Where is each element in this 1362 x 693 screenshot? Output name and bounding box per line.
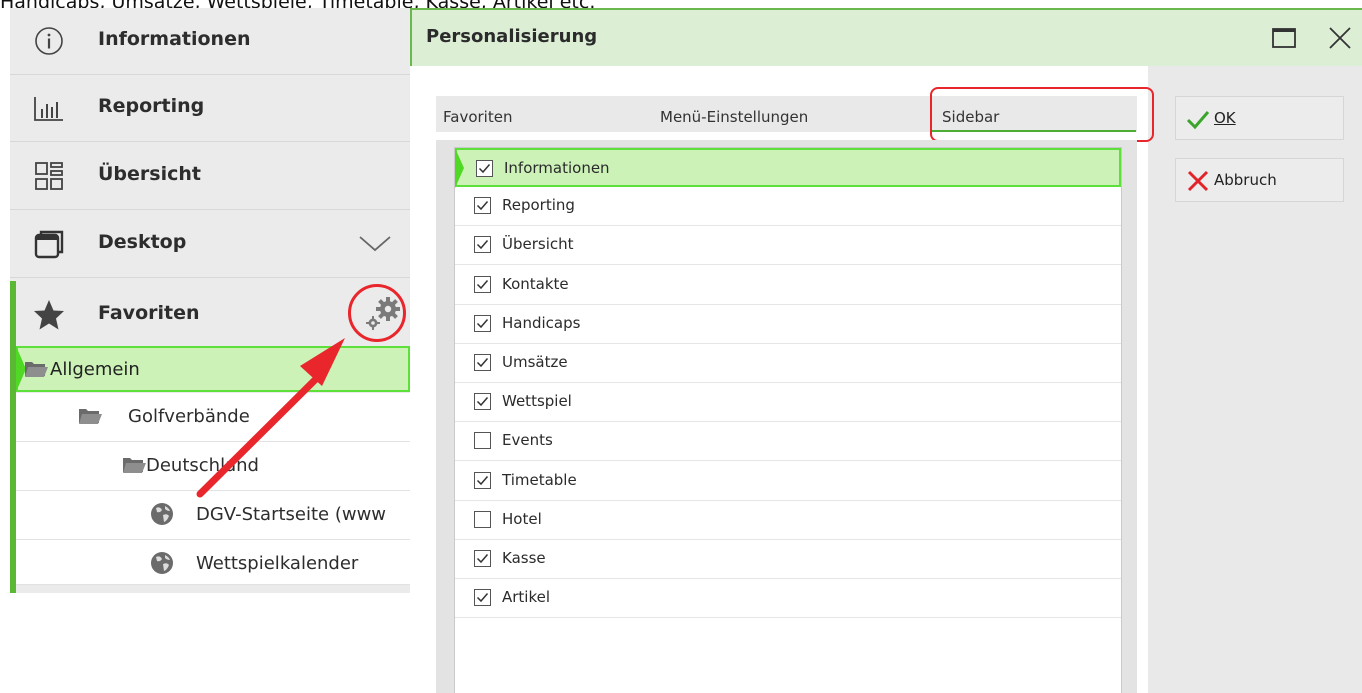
sidebar-item-label: Desktop bbox=[98, 231, 187, 253]
sidebar-item-label: Favoriten bbox=[98, 302, 200, 324]
bar-chart-icon bbox=[32, 91, 66, 125]
checkbox[interactable] bbox=[474, 550, 491, 567]
cancel-button[interactable]: Abbruch bbox=[1175, 158, 1344, 202]
checkbox[interactable] bbox=[474, 236, 491, 254]
tree-item-dgv-startseite[interactable]: DGV-Startseite (www bbox=[16, 491, 410, 540]
list-item[interactable]: Reporting bbox=[455, 187, 1121, 227]
checkbox[interactable] bbox=[474, 354, 491, 371]
maximize-icon[interactable] bbox=[1270, 24, 1298, 52]
tab-favoriten[interactable]: Favoriten bbox=[443, 108, 512, 126]
list-item-label: Kasse bbox=[502, 549, 546, 567]
checkbox[interactable] bbox=[474, 275, 491, 293]
list-item-label: Hotel bbox=[502, 509, 542, 528]
list-item[interactable]: Events bbox=[455, 422, 1121, 462]
list-item-label: Handicaps bbox=[502, 313, 581, 332]
close-icon[interactable] bbox=[1326, 24, 1354, 52]
list-item-label: Artikel bbox=[502, 588, 551, 607]
sidebar-item-label: Reporting bbox=[98, 95, 205, 117]
checkbox[interactable] bbox=[474, 393, 491, 411]
list-item[interactable]: Umsätze bbox=[455, 344, 1121, 383]
tree-item-label: Wettspielkalender bbox=[196, 553, 359, 574]
window-icon bbox=[32, 227, 66, 261]
list-item-label: Wettspiel bbox=[502, 392, 572, 411]
tree-item-label: Allgemein bbox=[50, 359, 140, 380]
list-item[interactable]: Informationen bbox=[455, 148, 1121, 188]
sidebar-item-uebersicht[interactable]: Übersicht bbox=[10, 143, 410, 210]
list-item[interactable]: Timetable bbox=[455, 462, 1121, 501]
cross-icon bbox=[1186, 169, 1210, 193]
checkbox[interactable] bbox=[474, 197, 491, 215]
checkbox[interactable] bbox=[476, 160, 493, 177]
folder-icon bbox=[122, 455, 146, 479]
list-item[interactable]: Wettspiel bbox=[455, 383, 1121, 423]
sidebar-item-label: Informationen bbox=[98, 28, 251, 50]
tree-item-deutschland[interactable]: Deutschland bbox=[16, 442, 410, 491]
tree-item-allgemein[interactable]: Allgemein bbox=[16, 346, 410, 392]
list-item-label: Timetable bbox=[502, 470, 577, 489]
tree-item-label: DGV-Startseite (www bbox=[196, 504, 387, 525]
folder-icon bbox=[24, 359, 48, 383]
list-item[interactable]: Hotel bbox=[455, 501, 1121, 540]
globe-icon bbox=[150, 551, 174, 579]
list-item-label: Kontakte bbox=[502, 274, 569, 293]
dialog-title: Personalisierung bbox=[426, 26, 598, 47]
checkbox[interactable] bbox=[474, 471, 491, 489]
sidebar-item-desktop[interactable]: Desktop bbox=[10, 211, 410, 278]
info-icon bbox=[32, 24, 66, 58]
tree-item-golfverbaende[interactable]: Golfverbände bbox=[16, 393, 410, 442]
list-item[interactable]: Kasse bbox=[455, 540, 1121, 579]
sidebar-item-label: Übersicht bbox=[98, 163, 201, 185]
checkbox[interactable] bbox=[474, 589, 491, 607]
ok-button[interactable]: OK bbox=[1175, 96, 1344, 140]
ok-button-label: OK bbox=[1214, 109, 1236, 127]
tree-item-label: Golfverbände bbox=[128, 406, 250, 427]
list-item-label: Events bbox=[502, 431, 553, 450]
tree-item-wettspielkalender[interactable]: Wettspielkalender bbox=[16, 540, 410, 585]
checkbox[interactable] bbox=[474, 510, 491, 528]
sidebar-item-reporting[interactable]: Reporting bbox=[10, 75, 410, 142]
tree-item-label: Deutschland bbox=[146, 455, 259, 476]
list-item[interactable]: Kontakte bbox=[455, 266, 1121, 305]
checkmark-icon bbox=[1186, 107, 1210, 131]
list-item-label: Übersicht bbox=[502, 235, 574, 254]
list-item[interactable]: Handicaps bbox=[455, 305, 1121, 344]
checkbox[interactable] bbox=[474, 314, 491, 332]
checkbox[interactable] bbox=[474, 432, 491, 450]
gear-annotation-circle bbox=[348, 284, 406, 342]
globe-icon bbox=[150, 502, 174, 530]
list-item[interactable]: Artikel bbox=[455, 579, 1121, 619]
grid-layout-icon bbox=[32, 159, 66, 193]
list-item[interactable]: Übersicht bbox=[455, 226, 1121, 266]
folder-icon bbox=[78, 406, 102, 430]
star-icon bbox=[32, 298, 66, 332]
selection-marker bbox=[455, 148, 464, 188]
sidebar-item-informationen[interactable]: Informationen bbox=[10, 8, 410, 75]
tab-menue-einstellungen[interactable]: Menü-Einstellungen bbox=[660, 108, 808, 126]
list-item-label: Informationen bbox=[504, 159, 610, 177]
ok-label-text: OK bbox=[1214, 109, 1236, 127]
sidebar-tab-highlight bbox=[930, 87, 1154, 142]
list-item-label: Umsätze bbox=[502, 353, 568, 371]
list-item-label: Reporting bbox=[502, 196, 575, 215]
cancel-button-label: Abbruch bbox=[1214, 171, 1277, 189]
chevron-down-icon[interactable] bbox=[358, 233, 392, 257]
